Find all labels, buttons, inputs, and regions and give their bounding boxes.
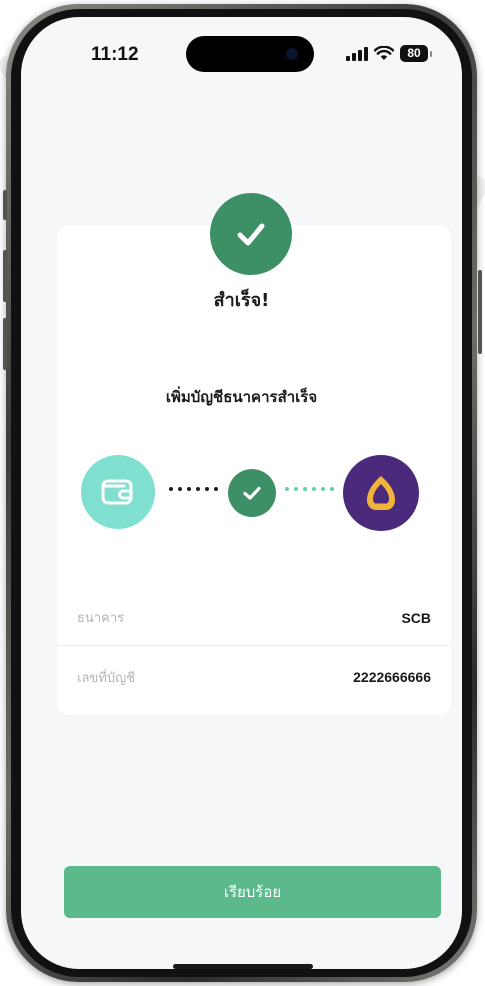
- bank-label: ธนาคาร: [77, 611, 125, 626]
- detail-row-bank: ธนาคาร SCB: [57, 590, 451, 646]
- success-badge: [210, 193, 292, 275]
- power-button: [478, 270, 482, 354]
- connection-status-badge: [228, 469, 276, 517]
- detail-row-account-number: เลขที่บัญชี 2222666666: [57, 649, 451, 705]
- status-time: 11:12: [91, 44, 139, 65]
- volume-up-button: [3, 250, 7, 302]
- account-number-value: 2222666666: [353, 669, 431, 685]
- connector-dots-left: [169, 487, 218, 491]
- bank-value: SCB: [401, 609, 431, 626]
- bank-logo-badge: [343, 455, 419, 531]
- success-subtitle: เพิ่มบัญชีธนาคารสำเร็จ: [165, 388, 318, 406]
- done-button[interactable]: เรียบร้อย: [64, 866, 441, 918]
- success-title: สำเร็จ!: [213, 290, 270, 311]
- wallet-badge: [81, 455, 155, 529]
- connector-dots-right: [285, 487, 334, 491]
- app-screen: 11:12 80 สำเร็จ! เพิ่มบัญชีธนาคารสำเร็จ: [21, 17, 462, 969]
- silent-switch: [3, 190, 7, 220]
- status-icons: 80: [346, 45, 432, 62]
- signal-icon: [346, 46, 368, 61]
- camera-icon: [286, 48, 298, 60]
- home-indicator[interactable]: [173, 964, 313, 969]
- check-icon: [243, 486, 261, 500]
- scb-bank-logo-icon: [367, 476, 395, 510]
- wifi-icon: [374, 46, 394, 60]
- battery-icon: 80: [400, 45, 432, 62]
- volume-down-button: [3, 318, 7, 370]
- account-number-label: เลขที่บัญชี: [77, 670, 136, 686]
- dynamic-island: [186, 36, 314, 72]
- wallet-icon: [101, 479, 133, 505]
- check-icon: [237, 223, 265, 246]
